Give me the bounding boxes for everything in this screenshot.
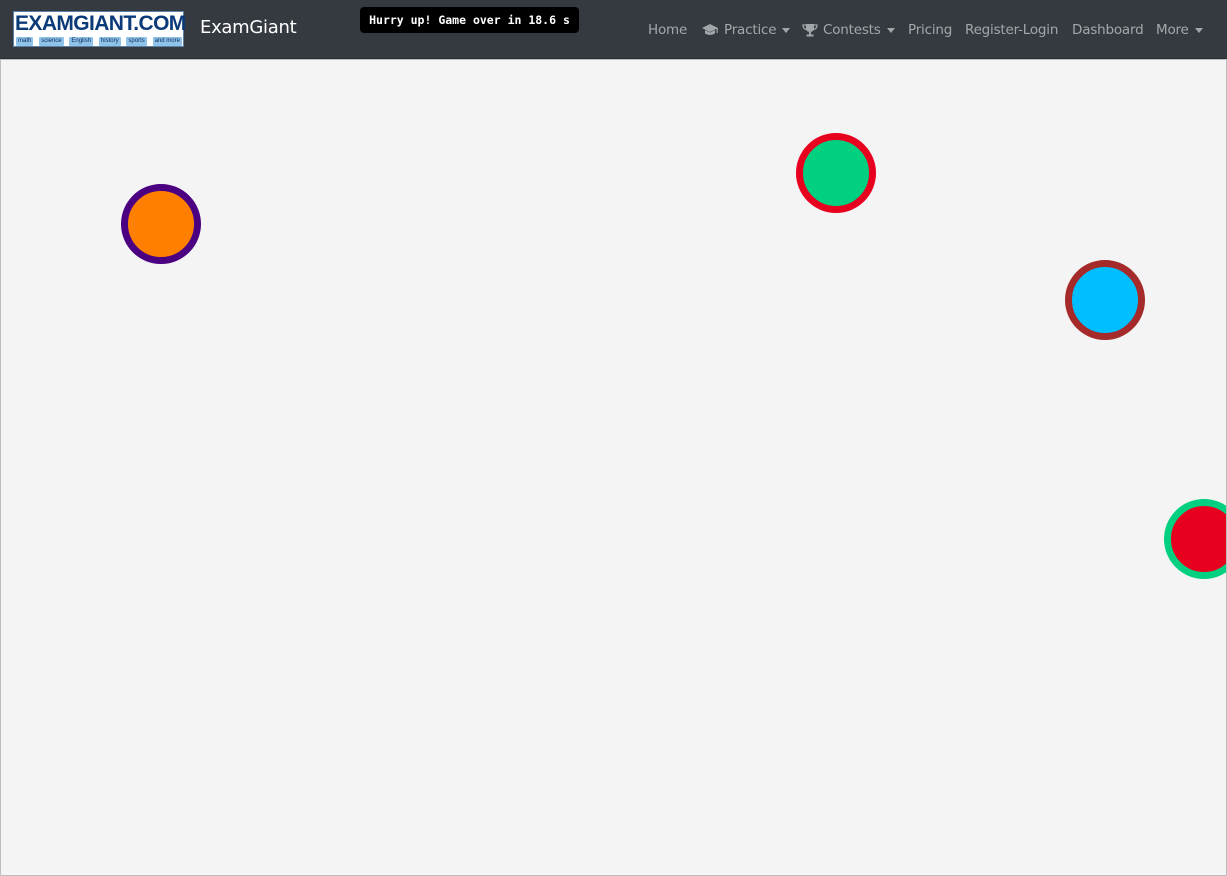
game-timer-banner: Hurry up! Game over in 18.6 s <box>360 7 579 33</box>
logo-tag: English <box>69 37 94 46</box>
nav-more-label: More <box>1156 22 1189 38</box>
game-ball[interactable] <box>1065 260 1145 340</box>
game-ball[interactable] <box>1164 499 1226 579</box>
nav-more-dropdown[interactable]: More <box>1156 19 1203 41</box>
nav-dashboard[interactable]: Dashboard <box>1072 19 1144 41</box>
chevron-down-icon <box>886 27 895 33</box>
nav-home[interactable]: Home <box>648 19 687 41</box>
chevron-down-icon <box>1194 27 1203 33</box>
graduation-cap-icon <box>702 24 718 35</box>
game-ball[interactable] <box>796 133 876 213</box>
logo-tag: and more <box>152 37 182 46</box>
nav-contests-label: Contests <box>823 22 881 38</box>
logo-tags: math science English history sports and … <box>16 37 182 46</box>
chevron-down-icon <box>782 27 791 33</box>
top-navbar: EXAMGIANT.COM math science English histo… <box>0 0 1227 59</box>
logo-tag: history <box>98 37 121 46</box>
logo-tag: science <box>39 37 64 46</box>
nav-register-login[interactable]: Register-Login <box>965 19 1058 41</box>
logo-text: EXAMGIANT.COM <box>15 12 186 35</box>
nav-pricing-label: Pricing <box>908 22 953 38</box>
game-ball[interactable] <box>121 184 201 264</box>
logo-tag: math <box>16 37 34 46</box>
nav-pricing[interactable]: Pricing <box>908 19 952 41</box>
logo-tag: sports <box>126 37 147 46</box>
trophy-icon <box>802 24 818 37</box>
nav-home-label: Home <box>648 22 688 38</box>
nav-dashboard-label: Dashboard <box>1072 22 1144 38</box>
examgiant-logo[interactable]: EXAMGIANT.COM math science English histo… <box>13 11 186 47</box>
nav-register-label: Register-Login <box>965 22 1059 38</box>
nav-practice-dropdown[interactable]: Practice <box>701 19 791 41</box>
nav-practice-label: Practice <box>724 22 777 38</box>
brand-link[interactable]: ExamGiant <box>200 17 297 39</box>
game-board[interactable] <box>0 59 1227 876</box>
nav-contests-dropdown[interactable]: Contests <box>802 19 895 41</box>
